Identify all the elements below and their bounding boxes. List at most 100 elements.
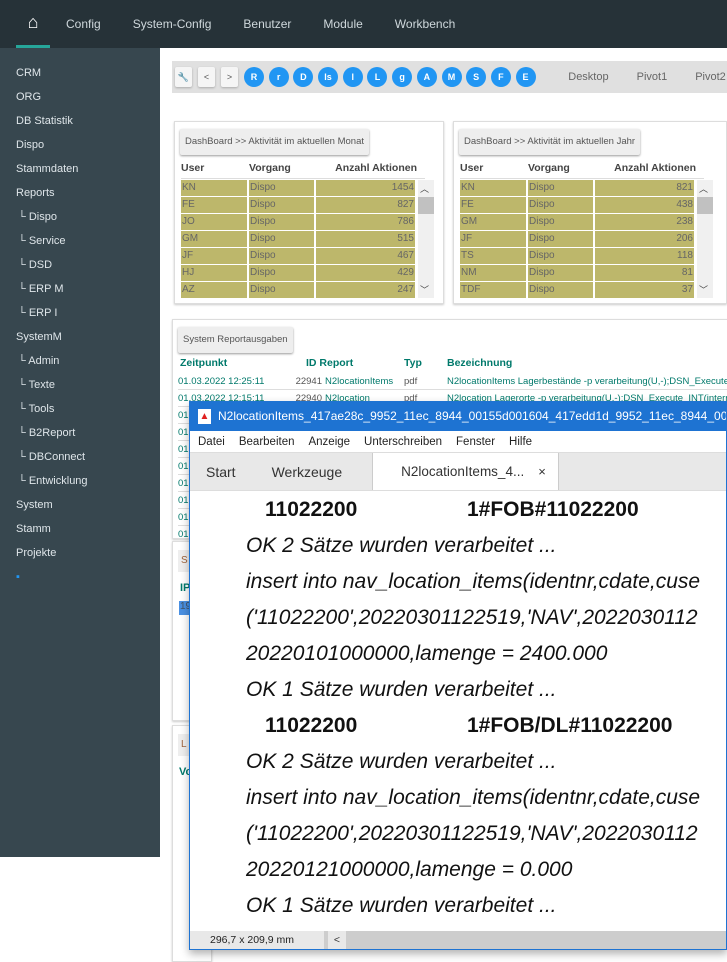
sidebar-item[interactable]: Stammdaten	[0, 157, 160, 181]
circle-button-g[interactable]: g	[392, 67, 413, 87]
nav-benutzer[interactable]: Benutzer	[243, 17, 291, 31]
cell-user: GM	[181, 231, 249, 248]
table-row[interactable]: FE Dispo 438	[460, 197, 696, 214]
vertical-scrollbar[interactable]: ︿ ﹀	[418, 180, 434, 298]
scroll-thumb[interactable]	[697, 197, 713, 214]
sidebar-item[interactable]: └ DSD	[0, 253, 160, 277]
col-vorgang: Vorgang	[249, 162, 291, 174]
circle-button-A[interactable]: A	[416, 67, 437, 87]
scroll-down-icon[interactable]: ﹀	[699, 283, 708, 296]
cell-anzahl: 786	[316, 214, 417, 231]
menu-bearbeiten[interactable]: Bearbeiten	[239, 436, 295, 448]
table-row[interactable]: KN Dispo 1454	[181, 180, 417, 197]
circle-button-S[interactable]: S	[466, 67, 487, 87]
cell-vorgang: Dispo	[528, 180, 595, 197]
close-tab-icon[interactable]: ×	[538, 464, 546, 479]
sidebar-item[interactable]: ORG	[0, 85, 160, 109]
sidebar-item[interactable]: └ Service	[0, 229, 160, 253]
link-pivot1[interactable]: Pivot1	[637, 71, 668, 83]
menu-hilfe[interactable]: Hilfe	[509, 436, 532, 448]
circle-button-ls[interactable]: ls	[318, 67, 339, 87]
month-dashboard-button[interactable]: DashBoard >> Aktivität im aktuellen Mona…	[180, 129, 370, 155]
table-row[interactable]: HJ Dispo 429	[181, 265, 417, 282]
nav-module[interactable]: Module	[323, 17, 362, 31]
sidebar-item[interactable]: └ Texte	[0, 373, 160, 397]
table-row[interactable]: JO Dispo 786	[181, 214, 417, 231]
pdf-text-line: OK 2 Sätze wurden verarbeitet ...	[246, 534, 557, 557]
nav-config[interactable]: Config	[66, 17, 101, 31]
tab-start[interactable]: Start	[190, 453, 236, 490]
cell-anzahl: 438	[595, 197, 696, 214]
system-reports-button[interactable]: System Reportausgaben	[178, 327, 293, 353]
cell-user: TS	[460, 248, 528, 265]
table-row[interactable]: TS Dispo 118	[460, 248, 696, 265]
menu-unterschreiben[interactable]: Unterschreiben	[364, 436, 442, 448]
sidebar-item[interactable]: Reports	[0, 181, 160, 205]
menu-anzeige[interactable]: Anzeige	[308, 436, 350, 448]
nav-system-config[interactable]: System-Config	[133, 17, 212, 31]
circle-button-r[interactable]: r	[268, 67, 289, 87]
link-desktop[interactable]: Desktop	[568, 71, 608, 83]
pdf-ident: 11022200	[265, 498, 358, 521]
circle-button-D[interactable]: D	[293, 67, 314, 87]
sidebar-item[interactable]: └ Admin	[0, 349, 160, 373]
col-anzahl: Anzahl Aktionen	[335, 162, 417, 174]
sidebar-item[interactable]: Stamm	[0, 517, 160, 541]
prev-button[interactable]: <	[198, 67, 215, 87]
menu-datei[interactable]: Datei	[198, 436, 225, 448]
table-row[interactable]: KN Dispo 821	[460, 180, 696, 197]
table-row[interactable]: GM Dispo 238	[460, 214, 696, 231]
pdf-title: N2locationItems_417ae28c_9952_11ec_8944_…	[218, 409, 726, 423]
sidebar-item[interactable]: └ Entwicklung	[0, 469, 160, 493]
table-row[interactable]: FE Dispo 827	[181, 197, 417, 214]
home-icon[interactable]: ⌂	[16, 0, 50, 48]
scroll-down-icon[interactable]: ﹀	[420, 283, 429, 296]
tab-werkzeuge[interactable]: Werkzeuge	[236, 453, 343, 490]
circle-button-l[interactable]: l	[342, 67, 363, 87]
next-button[interactable]: >	[221, 67, 238, 87]
sidebar-item[interactable]: └ ERP I	[0, 301, 160, 325]
table-row[interactable]: GM Dispo 515	[181, 231, 417, 248]
report-row[interactable]: 01.03.2022 12:25:11 22941 N2locationItems p…	[178, 373, 727, 390]
table-row[interactable]: AZ Dispo 247	[181, 282, 417, 299]
nav-workbench[interactable]: Workbench	[395, 17, 455, 31]
cell-vorgang: Dispo	[528, 231, 595, 248]
circle-button-R[interactable]: R	[244, 67, 264, 87]
table-row[interactable]: JF Dispo 467	[181, 248, 417, 265]
sidebar-item[interactable]: Dispo	[0, 133, 160, 157]
scroll-up-icon[interactable]: ︿	[420, 182, 429, 195]
sidebar-item[interactable]: CRM	[0, 61, 160, 85]
sidebar-item[interactable]: ▪	[0, 565, 160, 589]
link-pivot2[interactable]: Pivot2	[695, 71, 726, 83]
vertical-scrollbar[interactable]: ︿ ﹀	[697, 180, 713, 298]
wrench-icon[interactable]: 🔧	[175, 67, 192, 87]
sidebar-item[interactable]: Projekte	[0, 541, 160, 565]
circle-button-M[interactable]: M	[441, 67, 462, 87]
table-row[interactable]: NM Dispo 81	[460, 265, 696, 282]
sidebar-item[interactable]: └ Dispo	[0, 205, 160, 229]
horizontal-scrollbar[interactable]: <	[324, 931, 726, 949]
menu-fenster[interactable]: Fenster	[456, 436, 495, 448]
sidebar-item[interactable]: └ Tools	[0, 397, 160, 421]
scroll-up-icon[interactable]: ︿	[699, 182, 708, 195]
sidebar-item[interactable]: DB Statistik	[0, 109, 160, 133]
circle-button-F[interactable]: F	[490, 67, 511, 87]
sidebar-item[interactable]: SystemM	[0, 325, 160, 349]
circle-button-E[interactable]: E	[515, 67, 536, 87]
pdf-titlebar[interactable]: ▲ N2locationItems_417ae28c_9952_11ec_894…	[190, 402, 726, 431]
scroll-left-icon[interactable]: <	[328, 931, 346, 949]
circle-button-L[interactable]: L	[367, 67, 388, 87]
year-dashboard-button[interactable]: DashBoard >> Aktivität im aktuellen Jahr	[459, 129, 641, 155]
table-row[interactable]: TDF Dispo 37	[460, 282, 696, 299]
sidebar-item[interactable]: └ ERP M	[0, 277, 160, 301]
scroll-thumb[interactable]	[418, 197, 434, 214]
sidebar-item[interactable]: └ B2Report	[0, 421, 160, 445]
pdf-text-line: 20220121000000,lamenge = 0.000	[246, 858, 573, 881]
cell-anzahl: 37	[595, 282, 696, 299]
cell-anzahl: 118	[595, 248, 696, 265]
sidebar-item[interactable]: └ DBConnect	[0, 445, 160, 469]
cell-anzahl: 1454	[316, 180, 417, 197]
sidebar-item[interactable]: System	[0, 493, 160, 517]
tab-document[interactable]: N2locationItems_4... ×	[372, 453, 559, 490]
table-row[interactable]: JF Dispo 206	[460, 231, 696, 248]
